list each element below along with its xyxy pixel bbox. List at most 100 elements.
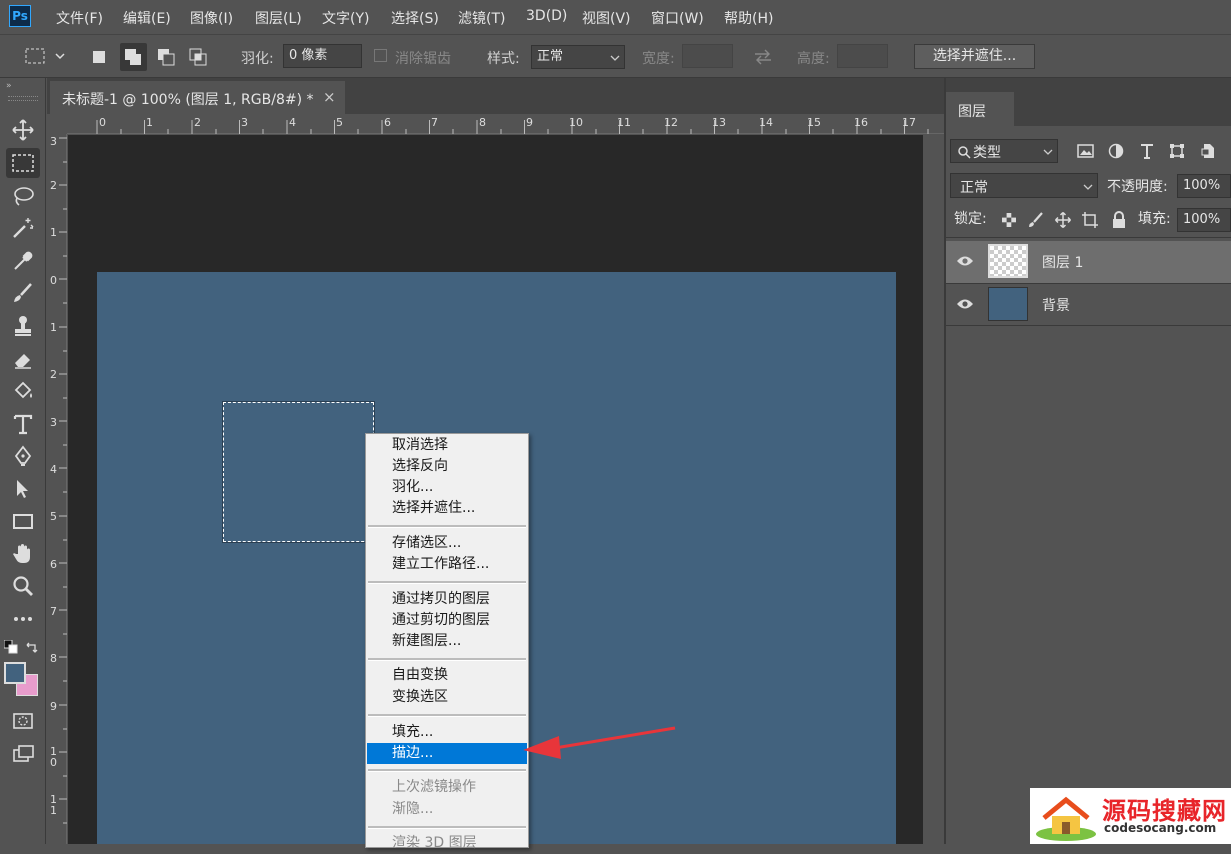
hand-tool-icon[interactable] <box>6 539 40 569</box>
close-document-icon[interactable]: × <box>323 88 336 106</box>
ruler-label: 3 <box>50 135 57 148</box>
ruler-origin[interactable] <box>47 114 67 134</box>
filter-shape-icon[interactable] <box>1169 143 1185 163</box>
ruler-label: 13 <box>712 116 726 129</box>
collapse-toolbar-icon[interactable]: » <box>6 81 12 91</box>
ruler-label: 2 <box>50 179 57 192</box>
add-to-selection-icon[interactable] <box>120 43 147 71</box>
path-selection-tool-icon[interactable] <box>6 474 40 504</box>
tab-layers[interactable]: 图层 <box>946 92 1014 126</box>
style-select[interactable]: 正常 <box>531 45 625 69</box>
menu-type[interactable]: 文字(Y) <box>322 8 369 28</box>
menu-3d[interactable]: 3D(D) <box>526 8 567 24</box>
clone-stamp-tool-icon[interactable] <box>6 311 40 341</box>
lock-artboard-icon[interactable] <box>1082 212 1098 232</box>
menu-image[interactable]: 图像(I) <box>190 8 233 28</box>
width-input[interactable] <box>682 44 733 68</box>
ctx-free-transform[interactable]: 自由变换 <box>367 665 527 686</box>
toolbar-grip[interactable] <box>8 96 38 101</box>
marquee-preset-icon[interactable] <box>24 45 70 71</box>
subtract-selection-icon[interactable] <box>155 46 177 68</box>
layer-row-layer1[interactable]: 图层 1 <box>946 241 1231 283</box>
lock-image-pixels-icon[interactable] <box>1028 212 1044 232</box>
layer-filter-select[interactable]: 类型 <box>950 139 1058 163</box>
filter-adjustment-icon[interactable] <box>1108 143 1124 163</box>
ctx-fade[interactable]: 渐隐... <box>367 799 527 820</box>
selection-marquee[interactable] <box>222 401 375 543</box>
feather-input[interactable]: 0 像素 <box>283 44 362 68</box>
ctx-feather[interactable]: 羽化... <box>367 477 527 498</box>
layer-thumbnail <box>988 287 1028 321</box>
filter-smart-object-icon[interactable] <box>1200 143 1216 163</box>
filter-type-icon[interactable] <box>1139 143 1155 163</box>
eyedropper-tool-icon[interactable] <box>6 246 40 276</box>
fill-label: 填充: <box>1138 211 1171 227</box>
menu-filter[interactable]: 滤镜(T) <box>458 8 505 28</box>
antialias-checkbox[interactable] <box>374 49 387 62</box>
ctx-last-filter[interactable]: 上次滤镜操作 <box>367 777 527 798</box>
visibility-eye-icon[interactable] <box>956 254 974 272</box>
menu-file[interactable]: 文件(F) <box>56 8 103 28</box>
visibility-eye-icon[interactable] <box>956 297 974 315</box>
ctx-new-layer[interactable]: 新建图层... <box>367 631 527 652</box>
intersect-selection-icon[interactable] <box>187 46 209 68</box>
rectangle-tool-icon[interactable] <box>6 506 40 536</box>
vertical-ruler[interactable]: 3 2 1 0 1 2 3 4 5 6 7 8 9 10 11 <box>47 134 67 844</box>
default-colors-icon[interactable] <box>3 639 18 658</box>
eraser-tool-icon[interactable] <box>6 344 40 374</box>
height-label: 高度: <box>797 51 830 67</box>
ruler-label: 10 <box>50 745 57 769</box>
ctx-select-and-mask[interactable]: 选择并遮住... <box>367 498 527 519</box>
swap-dimensions-icon[interactable] <box>752 47 774 71</box>
new-selection-icon[interactable] <box>88 46 110 68</box>
lock-transparent-pixels-icon[interactable] <box>1001 212 1017 232</box>
ctx-stroke[interactable]: 描边... <box>367 743 527 764</box>
ruler-label: 2 <box>50 368 57 381</box>
paint-bucket-tool-icon[interactable] <box>6 376 40 406</box>
ruler-label: 11 <box>617 116 631 129</box>
brush-tool-icon[interactable] <box>6 278 40 308</box>
ctx-save-selection[interactable]: 存储选区... <box>367 533 527 554</box>
ctx-layer-via-copy[interactable]: 通过拷贝的图层 <box>367 589 527 610</box>
ruler-label: 10 <box>569 116 583 129</box>
foreground-color-swatch[interactable] <box>4 662 26 684</box>
move-tool-icon[interactable] <box>6 115 40 145</box>
more-tools-icon[interactable] <box>6 604 40 634</box>
ctx-transform-selection[interactable]: 变换选区 <box>367 687 527 708</box>
ruler-label: 0 <box>99 116 106 129</box>
quick-mask-icon[interactable] <box>6 706 40 736</box>
ctx-fill[interactable]: 填充... <box>367 722 527 743</box>
layer-row-background[interactable]: 背景 <box>946 284 1231 326</box>
lasso-tool-icon[interactable] <box>6 181 40 211</box>
rectangular-marquee-tool-icon[interactable] <box>6 148 40 178</box>
lock-position-icon[interactable] <box>1054 211 1072 232</box>
ctx-layer-via-cut[interactable]: 通过剪切的图层 <box>367 610 527 631</box>
ctx-deselect[interactable]: 取消选择 <box>367 435 527 456</box>
ruler-label: 3 <box>241 116 248 129</box>
screen-mode-icon[interactable] <box>6 739 40 769</box>
lock-all-icon[interactable] <box>1111 211 1127 233</box>
magic-wand-tool-icon[interactable] <box>6 213 40 243</box>
canvas-scrollbar[interactable] <box>923 135 944 844</box>
ruler-label: 6 <box>384 116 391 129</box>
menu-select[interactable]: 选择(S) <box>391 8 439 28</box>
menu-help[interactable]: 帮助(H) <box>724 8 773 28</box>
menu-edit[interactable]: 编辑(E) <box>123 8 171 28</box>
height-input[interactable] <box>837 44 888 68</box>
menu-view[interactable]: 视图(V) <box>582 8 631 28</box>
horizontal-ruler[interactable]: 0 1 2 3 4 5 6 7 8 9 10 11 12 13 14 15 16… <box>67 114 944 134</box>
opacity-input[interactable]: 100% <box>1177 174 1231 198</box>
select-and-mask-button[interactable]: 选择并遮住... <box>914 44 1035 69</box>
blend-mode-select[interactable]: 正常 <box>950 173 1098 198</box>
swap-colors-icon[interactable] <box>25 640 39 658</box>
pen-tool-icon[interactable] <box>6 441 40 471</box>
ctx-make-work-path[interactable]: 建立工作路径... <box>367 554 527 575</box>
type-tool-icon[interactable] <box>6 409 40 439</box>
zoom-tool-icon[interactable] <box>6 571 40 601</box>
menu-window[interactable]: 窗口(W) <box>651 8 704 28</box>
ctx-select-inverse[interactable]: 选择反向 <box>367 456 527 477</box>
menu-layer[interactable]: 图层(L) <box>255 8 302 28</box>
document-tab[interactable]: 未标题-1 @ 100% (图层 1, RGB/8#) * × <box>50 81 345 114</box>
fill-input[interactable]: 100% <box>1177 208 1231 232</box>
filter-image-icon[interactable] <box>1077 143 1095 163</box>
